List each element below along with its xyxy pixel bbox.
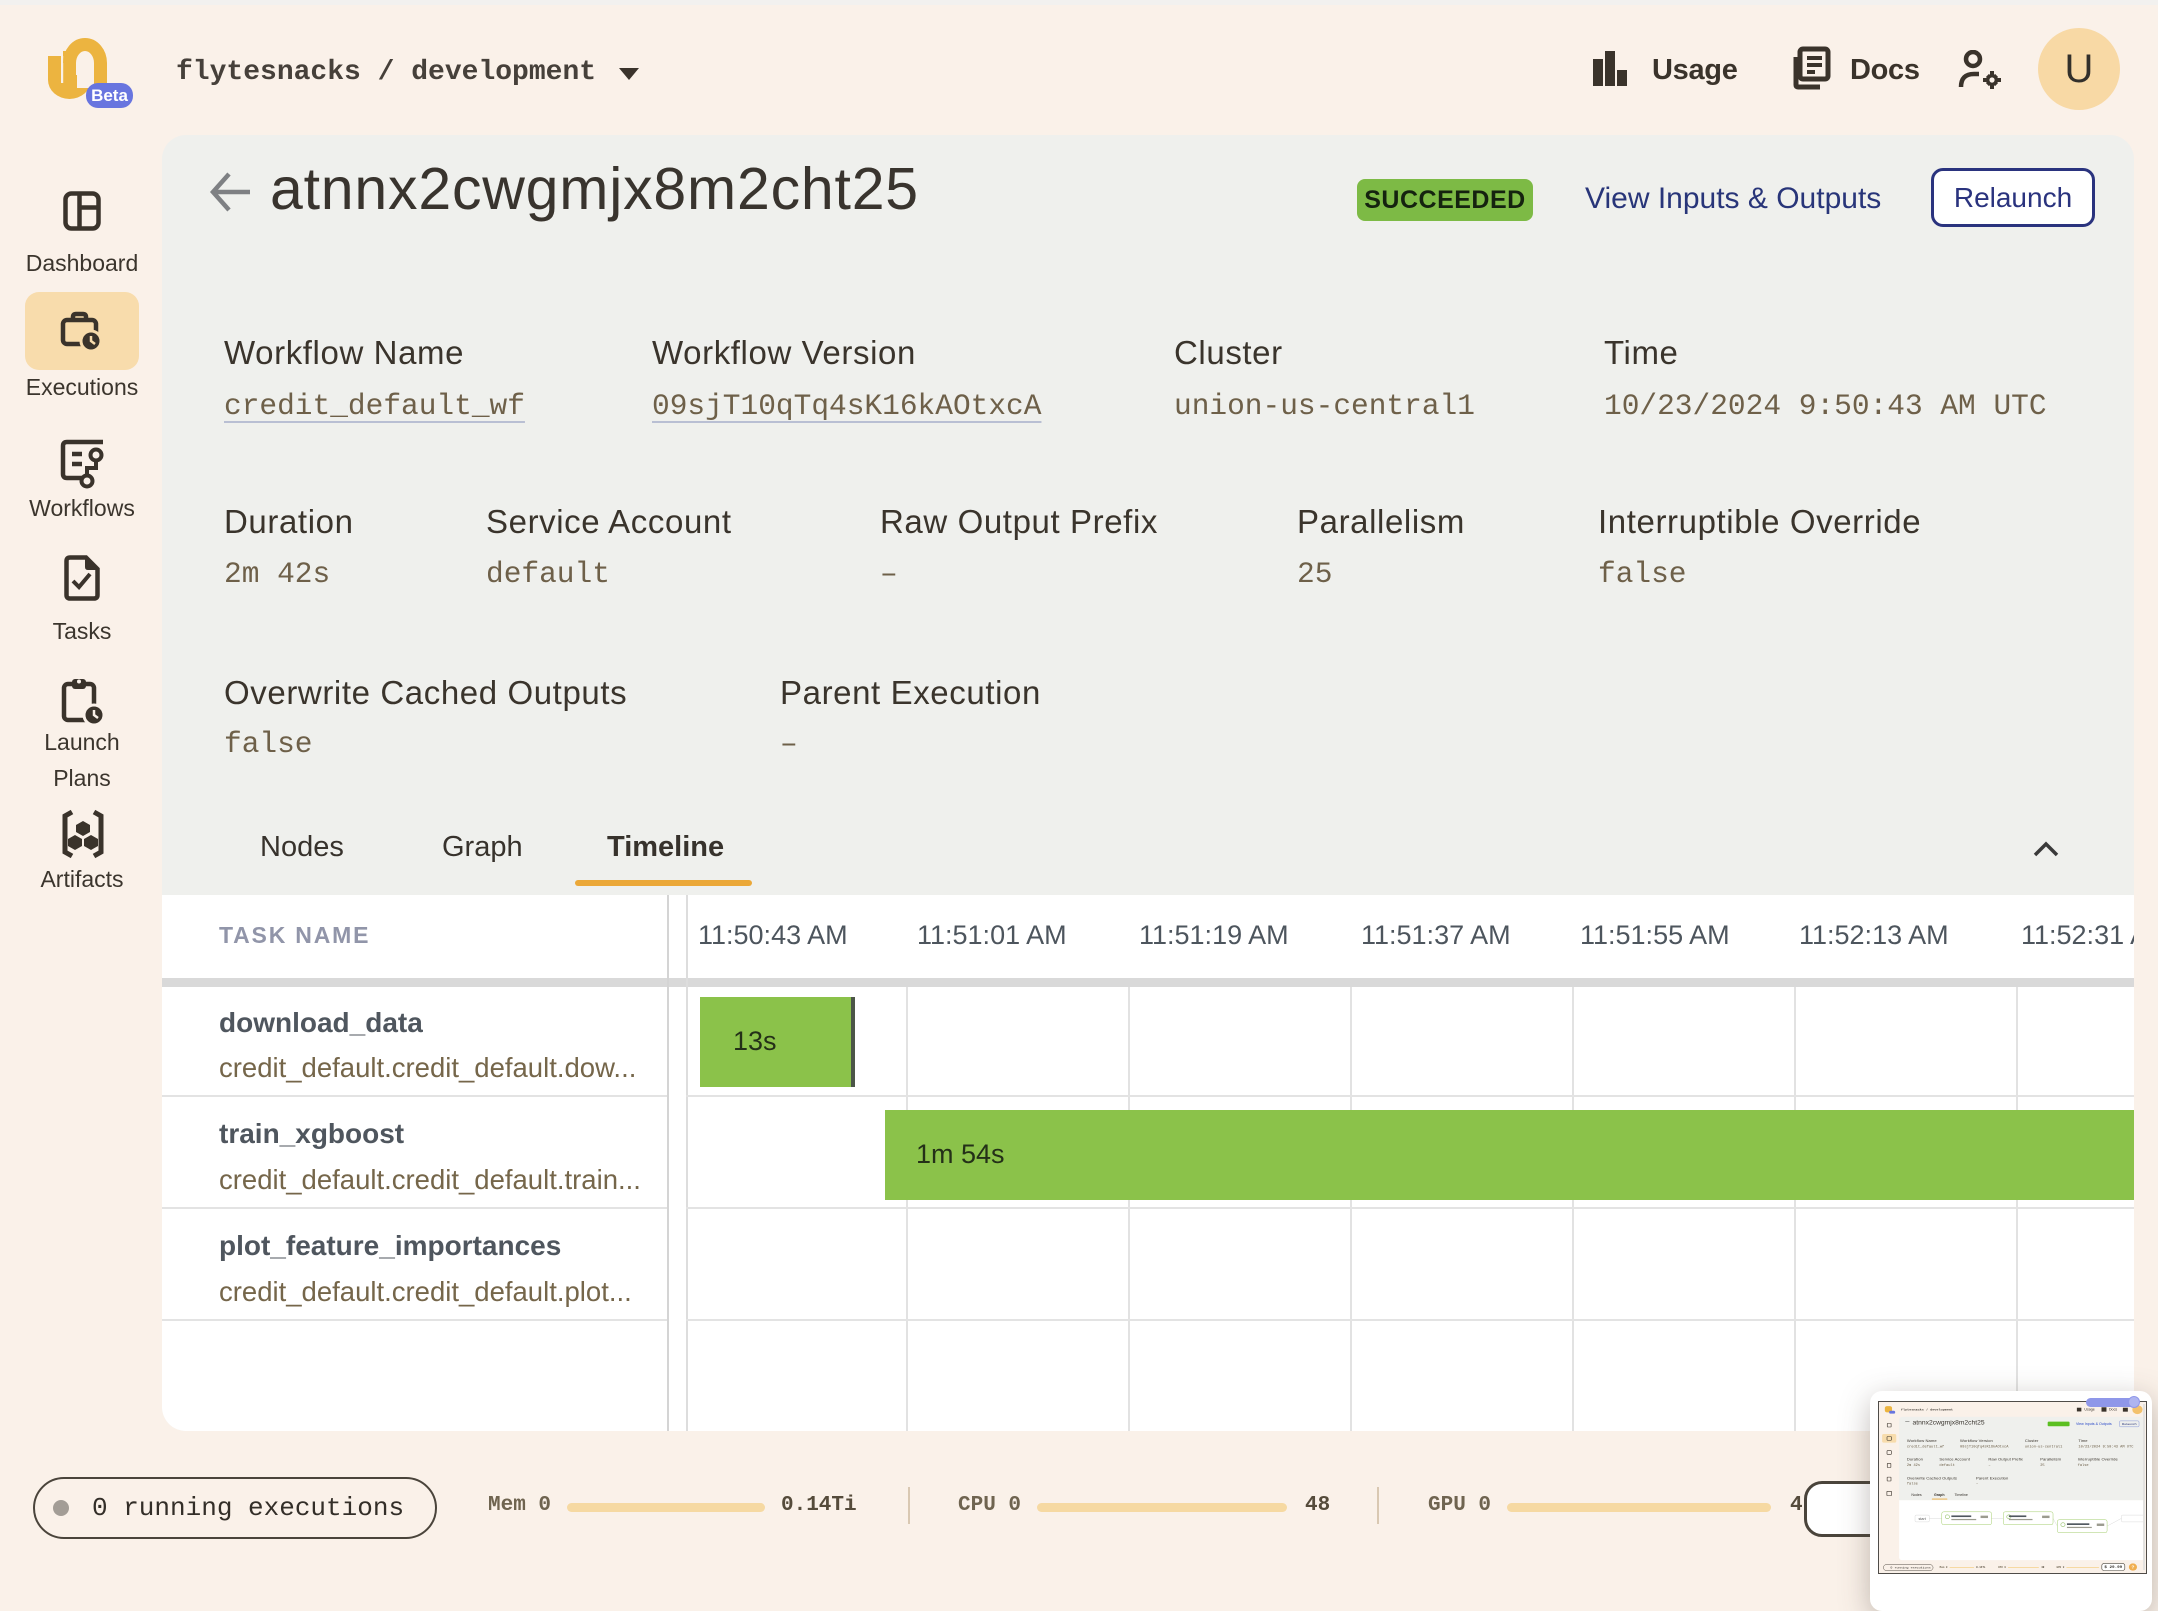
svg-text:start: start — [1919, 1517, 1926, 1521]
